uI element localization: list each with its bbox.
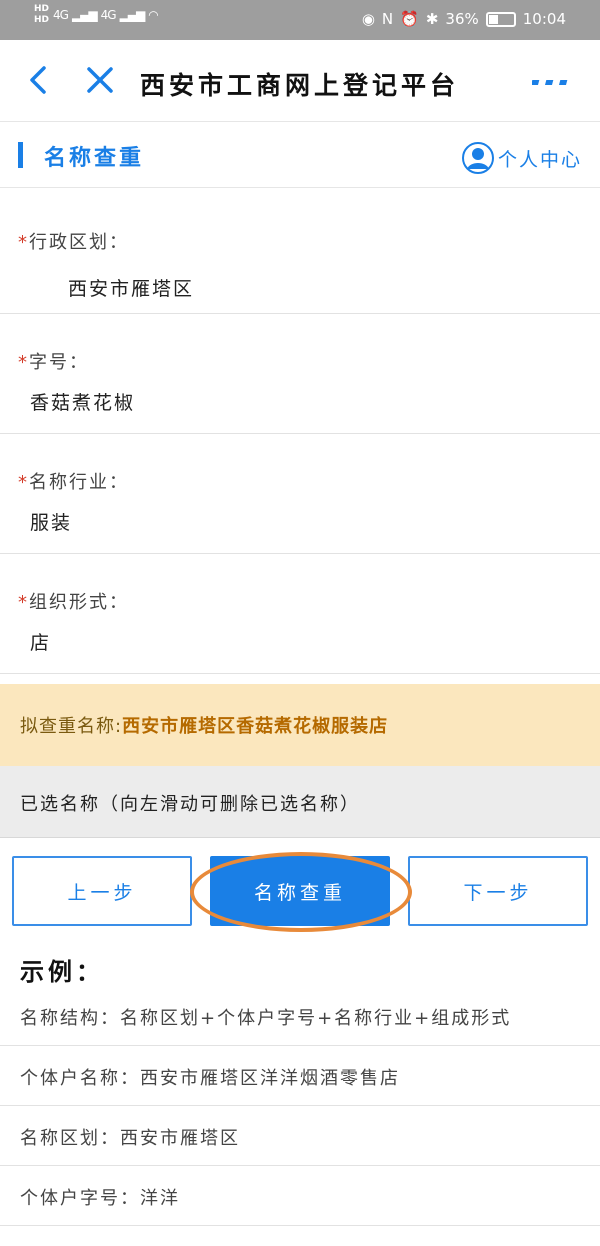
district-label: *行政区划： [18,228,129,254]
status-bar: HD HD 4G ▂▄▆ 4G ▂▄▆ ◠ ◉ N ⏰ ✱ 36% 10:04 [0,0,600,40]
example-text: 名称结构：名称区划+个体户字号+名称行业+组成形式 [20,1008,512,1029]
industry-label: *名称行业： [18,468,129,494]
example-text: 个体户字号：洋洋 [20,1188,180,1209]
clock: 10:04 [522,10,566,28]
industry-field[interactable]: *名称行业： 服装 [0,434,600,554]
trade-name-label: *字号： [18,348,89,374]
network-type-2: 4G [100,8,117,22]
trade-name-input[interactable]: 香菇煮花椒 [30,388,135,415]
hd-indicator: HD HD [34,4,49,26]
org-form-label: *组织形式： [18,588,129,614]
section-title: 名称查重 [44,146,145,171]
next-step-button[interactable]: 下一步 [408,856,588,926]
battery-fill [488,14,498,24]
industry-input[interactable]: 服装 [30,508,72,535]
example-row: 个体户字号：洋洋 [0,1166,600,1226]
required-mark: * [18,232,29,253]
district-label-text: 行政区划： [29,232,129,253]
org-form-input[interactable]: 店 [30,628,51,655]
nav-bar: 西安市工商网上登记平台 [0,40,600,122]
wifi-icon: ◠ [148,8,159,22]
example-text: 个体户名称：西安市雁塔区洋洋烟酒零售店 [20,1068,400,1089]
prev-step-button[interactable]: 上一步 [12,856,192,926]
page-title: 西安市工商网上登记平台 [140,71,460,100]
trade-name-label-text: 字号： [29,352,89,373]
back-arrow-icon[interactable] [20,62,56,98]
bluetooth-icon: ✱ [425,10,439,28]
industry-label-text: 名称行业： [29,472,129,493]
status-right: ◉ N ⏰ ✱ 36% 10:04 [362,10,566,28]
eye-comfort-icon: ◉ [361,10,375,28]
example-row: 名称结构：名称区划+个体户字号+名称行业+组成形式 [0,986,600,1046]
trade-name-field[interactable]: *字号： 香菇煮花椒 [0,314,600,434]
required-mark: * [18,592,29,613]
battery-percent: 36% [445,10,479,28]
nfc-icon: N [381,10,394,28]
status-left: HD HD 4G ▂▄▆ 4G ▂▄▆ ◠ [34,4,159,26]
proposed-name-banner: 拟查重名称:西安市雁塔区香菇煮花椒服装店 [0,684,600,766]
selected-names-row[interactable]: 已选名称（向左滑动可删除已选名称） [0,766,600,838]
proposed-name-value: 西安市雁塔区香菇煮花椒服装店 [122,716,389,737]
user-center-link[interactable]: 个人中心 [461,142,582,174]
more-options-icon[interactable] [532,70,572,94]
close-icon[interactable] [82,62,118,98]
example-row: 个体户名称：西安市雁塔区洋洋烟酒零售店 [0,1046,600,1106]
required-mark: * [18,472,29,493]
hd-top-label: HD [34,4,50,14]
signal-icon: ▂▄▆ [71,8,98,22]
section-accent-bar [18,142,23,168]
selected-names-text: 已选名称（向左滑动可删除已选名称） [20,794,360,815]
example-row: 名称区划：西安市雁塔区 [0,1106,600,1166]
network-type-1: 4G [53,8,69,22]
org-form-label-text: 组织形式： [29,592,129,613]
proposed-name-text: 拟查重名称:西安市雁塔区香菇煮花椒服装店 [20,712,388,738]
user-avatar-icon [461,142,494,174]
name-check-button[interactable]: 名称查重 [210,856,390,926]
district-value[interactable]: 西安市雁塔区 [68,274,194,301]
user-center-label: 个人中心 [497,148,582,171]
org-form-field[interactable]: *组织形式： 店 [0,554,600,674]
district-field[interactable]: *行政区划： 西安市雁塔区 [0,190,600,314]
alarm-icon: ⏰ [400,10,419,28]
battery-icon [485,11,516,27]
section-header: 名称查重 个人中心 [0,122,600,188]
hd-bottom-label: HD [34,15,50,25]
signal-icon-2: ▂▄▆ [119,8,146,22]
required-mark: * [18,352,29,373]
proposed-name-label: 拟查重名称: [20,716,123,737]
example-text: 名称区划：西安市雁塔区 [20,1128,240,1149]
examples-title: 示例： [20,958,104,986]
